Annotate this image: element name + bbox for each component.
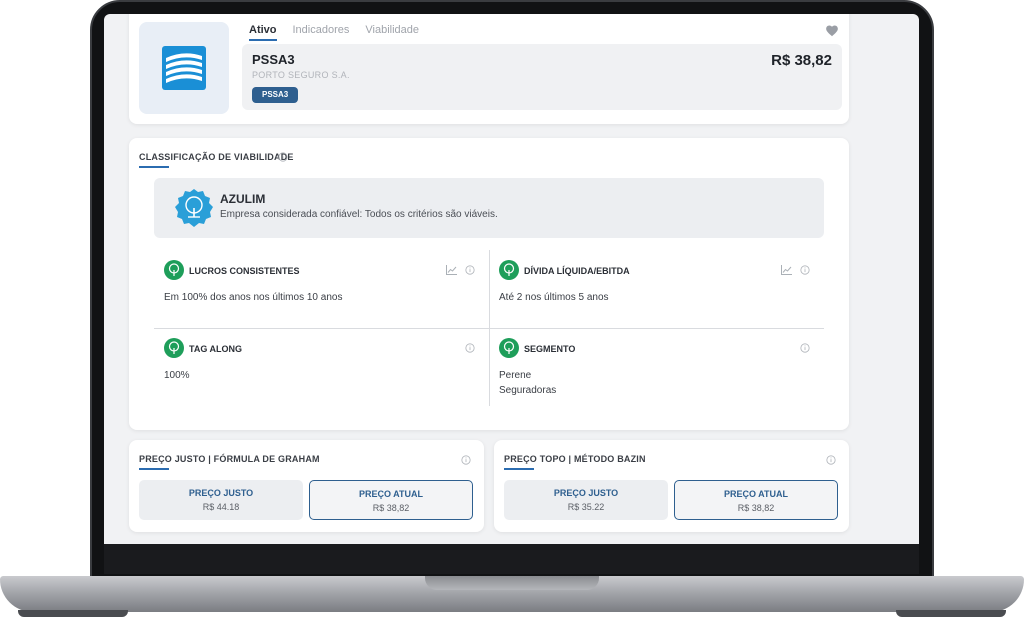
current-price-label: PREÇO ATUAL: [359, 489, 423, 499]
graham-fair-price[interactable]: PREÇO JUSTO R$ 44.18: [139, 480, 303, 520]
rating-description: Empresa considerada confiável: Todos os …: [220, 209, 498, 220]
company-logo: [139, 22, 229, 114]
tab-viabilidade[interactable]: Viabilidade: [365, 24, 419, 41]
viability-title: CLASSIFICAÇÃO DE VIABILIDADE: [139, 152, 294, 162]
criterion-title: TAG ALONG: [189, 344, 242, 354]
info-icon[interactable]: [461, 455, 471, 465]
fair-price-value: R$ 35.22: [567, 502, 605, 512]
fair-price-label: PREÇO JUSTO: [553, 488, 619, 498]
tree-icon: [164, 260, 184, 280]
criterion-value: Perene Seguradoras: [499, 368, 556, 398]
rating-box: AZULIM Empresa considerada confiável: To…: [154, 178, 824, 238]
tree-badge-icon: [175, 189, 213, 227]
laptop-notch: [425, 576, 599, 590]
criterion-title: LUCROS CONSISTENTES: [189, 266, 300, 276]
tree-icon: [164, 338, 184, 358]
line-chart-icon[interactable]: [781, 265, 792, 275]
info-icon[interactable]: [800, 343, 810, 353]
heart-icon[interactable]: [825, 24, 839, 38]
info-icon[interactable]: [465, 265, 475, 275]
criterion-value: Até 2 nos últimos 5 anos: [499, 292, 609, 303]
line-chart-icon[interactable]: [446, 265, 457, 275]
segment-line-1: Perene: [499, 370, 532, 381]
info-icon[interactable]: [800, 265, 810, 275]
asset-header-card: Ativo Indicadores Viabilidade PSSA3 PORT…: [129, 14, 849, 124]
section-underline: [139, 166, 169, 168]
asset-summary: PSSA3 PORTO SEGURO S.A. PSSA3 R$ 38,82: [242, 44, 842, 110]
tab-ativo[interactable]: Ativo: [249, 24, 277, 41]
criterion-title: DÍVIDA LÍQUIDA/EBITDA: [524, 266, 630, 276]
ticker-symbol: PSSA3: [252, 52, 295, 67]
bazin-title: PREÇO TOPO | MÉTODO BAZIN: [504, 454, 646, 464]
tab-indicadores[interactable]: Indicadores: [293, 24, 350, 41]
criterion-lucros: LUCROS CONSISTENTES Em 100% dos anos nos…: [154, 250, 489, 328]
current-price-label: PREÇO ATUAL: [724, 489, 788, 499]
criterion-value: 100%: [164, 370, 190, 381]
info-icon[interactable]: [278, 152, 288, 162]
section-underline: [139, 468, 169, 470]
current-price-value: R$ 38,82: [737, 503, 775, 513]
rating-name: AZULIM: [220, 192, 266, 206]
bazin-card: PREÇO TOPO | MÉTODO BAZIN PREÇO JUSTO R$…: [494, 440, 849, 532]
graham-card: PREÇO JUSTO | FÓRMULA DE GRAHAM PREÇO JU…: [129, 440, 484, 532]
segment-line-2: Seguradoras: [499, 385, 557, 396]
criterion-segmento: SEGMENTO Perene Seguradoras: [489, 328, 824, 406]
viability-card: CLASSIFICAÇÃO DE VIABILIDADE AZULIM Empr…: [129, 138, 849, 430]
bazin-fair-price[interactable]: PREÇO JUSTO R$ 35.22: [504, 480, 668, 520]
current-price: R$ 38,82: [771, 52, 832, 69]
section-underline: [504, 468, 534, 470]
info-icon[interactable]: [465, 343, 475, 353]
current-price-value: R$ 38,82: [372, 503, 410, 513]
fair-price-value: R$ 44.18: [202, 502, 240, 512]
screen-bezel-bottom: [104, 544, 919, 574]
criterion-value: Em 100% dos anos nos últimos 10 anos: [164, 292, 343, 303]
graham-title: PREÇO JUSTO | FÓRMULA DE GRAHAM: [139, 454, 320, 464]
criterion-title: SEGMENTO: [524, 344, 576, 354]
asset-tabs: Ativo Indicadores Viabilidade: [249, 24, 419, 41]
info-icon[interactable]: [826, 455, 836, 465]
porto-seguro-logo-icon: [162, 46, 206, 90]
laptop-foot-right: [896, 610, 1006, 617]
criteria-grid: LUCROS CONSISTENTES Em 100% dos anos nos…: [154, 250, 824, 406]
laptop-foot-left: [18, 610, 128, 617]
screen: Ativo Indicadores Viabilidade PSSA3 PORT…: [104, 14, 919, 544]
fair-price-label: PREÇO JUSTO: [188, 488, 254, 498]
graham-current-price[interactable]: PREÇO ATUAL R$ 38,82: [309, 480, 473, 520]
company-name: PORTO SEGURO S.A.: [252, 70, 350, 80]
tree-icon: [499, 338, 519, 358]
ticker-badge[interactable]: PSSA3: [252, 87, 299, 103]
tree-icon: [499, 260, 519, 280]
criterion-tag-along: TAG ALONG 100%: [154, 328, 489, 406]
criterion-divida: DÍVIDA LÍQUIDA/EBITDA Até 2 nos últimos …: [489, 250, 824, 328]
bazin-current-price[interactable]: PREÇO ATUAL R$ 38,82: [674, 480, 838, 520]
